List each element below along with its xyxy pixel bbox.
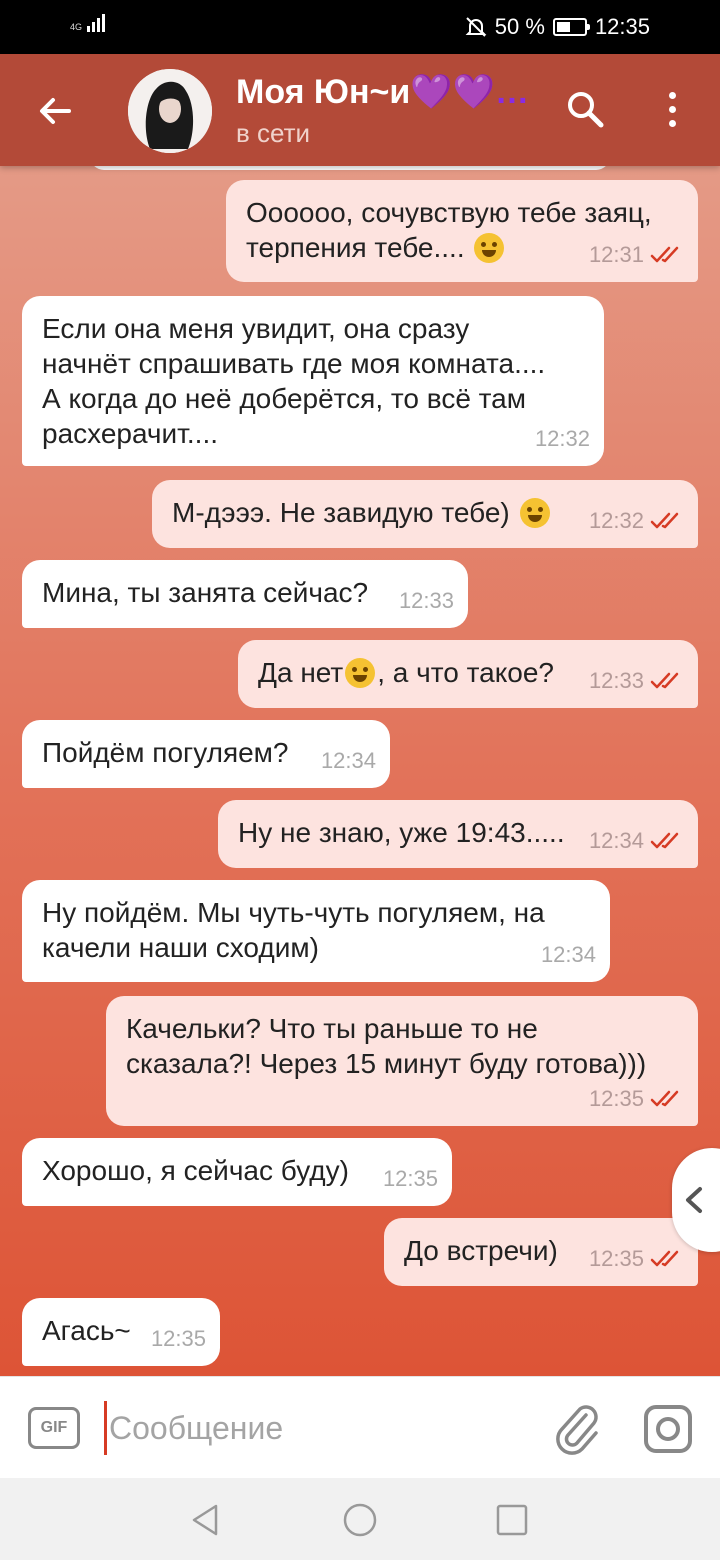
- message-time: 12:34: [540, 942, 596, 967]
- message-bubble[interactable]: Агась~ 12:35: [22, 1298, 220, 1366]
- thinking-emoji: [345, 658, 376, 688]
- more-vertical-icon: [668, 91, 676, 99]
- double-check-icon: [650, 1090, 679, 1106]
- double-check-icon: [650, 832, 679, 848]
- message-time: 12:33: [588, 668, 644, 693]
- more-options-button[interactable]: [652, 84, 692, 134]
- message-time: 12:35: [150, 1326, 206, 1351]
- battery-icon: [552, 18, 590, 36]
- arrow-left-icon: [40, 98, 71, 124]
- message-time: 12:32: [588, 508, 644, 533]
- message-bubble[interactable]: Хорошо, я сейчас буду) 12:35: [22, 1138, 452, 1206]
- network-type: 4G: [70, 22, 83, 32]
- camera-icon: [644, 1405, 692, 1453]
- triangle-back-icon[interactable]: [186, 1500, 226, 1540]
- message-bubble[interactable]: Ну пойдём. Мы чуть-чуть погуляем, на кач…: [22, 880, 610, 982]
- avatar[interactable]: [128, 69, 212, 153]
- message-input[interactable]: [104, 1401, 524, 1455]
- status-time: 12:35: [594, 14, 650, 39]
- message-time: 12:34: [588, 828, 644, 853]
- message-bubble[interactable]: Ну не знаю, уже 19:43..... 12:34: [218, 800, 698, 868]
- battery-percent: 50 %: [494, 14, 545, 39]
- contact-status: в сети: [236, 118, 311, 148]
- name-suffix: 💜💜…: [410, 73, 529, 111]
- message-time: 12:32: [534, 426, 590, 451]
- chat-header: Моя Юн~и💜💜… в сети: [0, 54, 720, 166]
- grinning-sweat-emoji: [474, 233, 505, 263]
- double-check-icon: [650, 246, 679, 262]
- back-button[interactable]: [30, 86, 80, 136]
- system-nav-bar: [0, 1478, 720, 1560]
- paperclip-icon: [556, 1405, 598, 1455]
- squinting-laugh-emoji: [519, 498, 550, 528]
- message-list[interactable]: Oooooo, сочувствую тебе заяц, терпения т…: [0, 166, 720, 1376]
- status-bar: 4G 50 % 12:35: [0, 0, 720, 54]
- message-time: 12:33: [398, 588, 454, 613]
- message-bubble[interactable]: Если она меня увидит, она сразу начнёт с…: [22, 296, 604, 466]
- attach-button[interactable]: [552, 1401, 602, 1455]
- message-time: 12:34: [320, 748, 376, 773]
- message-bubble[interactable]: Качельки? Что ты раньше то не сказала?! …: [106, 996, 698, 1126]
- gif-button[interactable]: GIF: [28, 1407, 80, 1449]
- search-icon: [568, 92, 604, 128]
- double-check-icon: [650, 672, 679, 688]
- camera-button[interactable]: [642, 1403, 694, 1455]
- double-check-icon: [650, 512, 679, 528]
- double-check-icon: [650, 1250, 679, 1266]
- message-bubble[interactable]: М-дэээ. Не завидую тебе) 12:32: [152, 480, 698, 548]
- message-bubble[interactable]: Oooooo, сочувствую тебе заяц, терпения т…: [226, 180, 698, 282]
- search-button[interactable]: [560, 84, 610, 134]
- message-bubble[interactable]: До встречи) 12:35: [384, 1218, 698, 1286]
- square-recents-icon[interactable]: [492, 1500, 532, 1540]
- mute-bell-icon: [465, 17, 487, 37]
- previous-message-edge: [90, 166, 610, 170]
- message-composer: GIF: [0, 1376, 720, 1478]
- message-time: 12:31: [588, 242, 644, 267]
- message-time: 12:35: [588, 1246, 644, 1271]
- message-bubble[interactable]: Мина, ты занята сейчас? 12:33: [22, 560, 468, 628]
- signal-icon: 4G: [70, 14, 106, 32]
- chevron-left-icon: [686, 1187, 702, 1213]
- message-time: 12:35: [588, 1086, 644, 1111]
- contact-name[interactable]: Моя Юн~и💜💜…: [236, 72, 529, 112]
- message-bubble[interactable]: Да нет, а что такое? 12:33: [238, 640, 698, 708]
- circle-home-icon[interactable]: [340, 1500, 380, 1540]
- message-time: 12:35: [382, 1166, 438, 1191]
- message-bubble[interactable]: Пойдём погуляем? 12:34: [22, 720, 390, 788]
